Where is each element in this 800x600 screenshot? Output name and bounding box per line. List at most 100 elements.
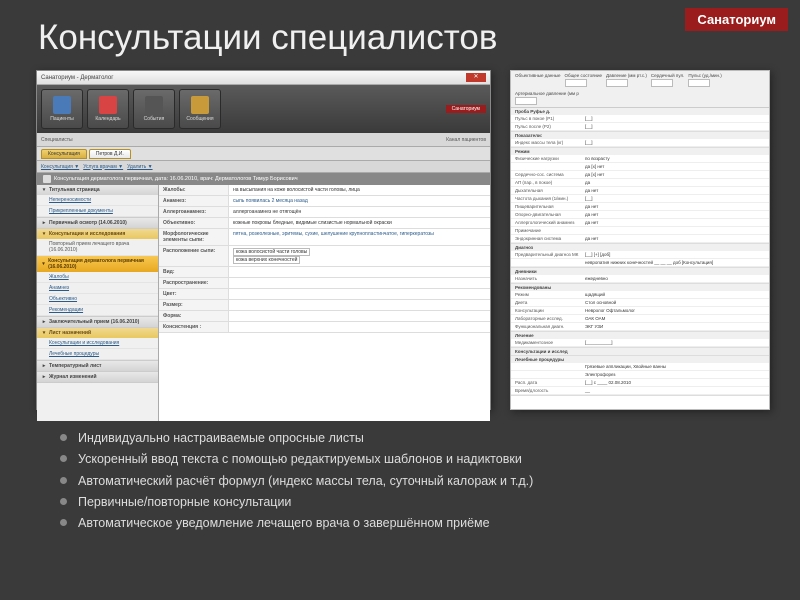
form-row[interactable]: Индекс массы тела (кг)[__] <box>511 139 769 147</box>
sidebar-item[interactable]: Рекомендации <box>37 305 158 316</box>
row-value[interactable]: да нет <box>585 188 765 193</box>
close-icon[interactable]: ✕ <box>466 73 486 82</box>
row-value[interactable]: Электрофорез <box>585 372 765 377</box>
row-value[interactable]: да нет <box>585 212 765 217</box>
field-value[interactable]: на высыпания на коже волосистой части го… <box>229 185 490 195</box>
vitals-input[interactable] <box>606 79 628 87</box>
row-value[interactable]: ЭКГ УЗИ <box>585 324 765 329</box>
form-row[interactable]: Время/длогость__ <box>511 387 769 395</box>
toolbar-events-button[interactable]: События <box>133 89 175 129</box>
field-value[interactable]: кожа волосистой части головыкожа верхних… <box>229 246 490 266</box>
vitals-input[interactable] <box>651 79 673 87</box>
row-value[interactable]: да нет <box>585 236 765 241</box>
row-label: Аллергологический анамнез <box>515 220 585 225</box>
field-value[interactable]: сыпь появилась 2 месяца назад <box>229 196 490 206</box>
sidebar-item[interactable]: Непереносимости <box>37 195 158 206</box>
field-value[interactable] <box>229 311 490 321</box>
form-row[interactable]: АП (пар., в покое)да <box>511 179 769 187</box>
form-row[interactable]: Расп. дата[__] с ____ 02.08.2010 <box>511 379 769 387</box>
row-value[interactable]: да [x] нет <box>585 172 765 177</box>
row-value[interactable]: [__] <box>585 116 765 121</box>
sidebar-title-page[interactable]: ▾Титульная страница <box>37 185 158 195</box>
row-value[interactable]: Грязевые аппликации, Хвойные ванны <box>585 364 765 369</box>
field-value[interactable] <box>229 322 490 332</box>
form-row[interactable]: ДиетаСтол основной <box>511 299 769 307</box>
sidebar-primary-exam[interactable]: ▸Первичный осмотр (14.06.2010) <box>37 218 158 228</box>
field-value[interactable] <box>229 300 490 310</box>
row-value[interactable]: невропатия нижних конечностей __ __ __ д… <box>585 260 765 265</box>
row-value[interactable]: [__] [+] [доб] <box>585 252 765 257</box>
form-row[interactable]: Медикаментозное[__________] <box>511 339 769 347</box>
toolbar-messages-button[interactable]: Сообщения <box>179 89 221 129</box>
sidebar-appointments[interactable]: ▾Лист назначений <box>37 328 158 338</box>
form-row[interactable]: Грязевые аппликации, Хвойные ванны <box>511 363 769 371</box>
field-value[interactable] <box>229 289 490 299</box>
form-row[interactable]: Режимщадящий <box>511 291 769 299</box>
tab-patient[interactable]: Петров Д.И. <box>89 149 131 159</box>
form-row[interactable]: да [x] нет <box>511 163 769 171</box>
form-row[interactable]: Примечание <box>511 227 769 235</box>
form-row[interactable]: Эндокринная системада нет <box>511 235 769 243</box>
tab-consultation[interactable]: Консультация <box>41 149 87 159</box>
form-row[interactable]: Пульс после (P2)[__] <box>511 123 769 131</box>
vitals-input[interactable] <box>515 97 537 105</box>
form-row[interactable]: Частота дыхания (1/мин.)[__] <box>511 195 769 203</box>
form-row[interactable]: Лабораторные исслед.ОАК ОАМ <box>511 315 769 323</box>
sidebar-item[interactable]: Анамнез <box>37 283 158 294</box>
sidebar-item-selected[interactable]: ▾Консультация дерматолога первичная (16.… <box>37 256 158 272</box>
field-value[interactable]: аллергоанамнез не отягощён <box>229 207 490 217</box>
sidebar-item[interactable]: Жалобы <box>37 272 158 283</box>
vitals-input[interactable] <box>688 79 710 87</box>
toolbar-patients-button[interactable]: Пациенты <box>41 89 83 129</box>
subtab-consultation[interactable]: Консультация ▼ <box>41 164 79 170</box>
row-value[interactable]: ОАК ОАМ <box>585 316 765 321</box>
row-value[interactable]: по возрасту <box>585 156 765 161</box>
field-value[interactable] <box>229 278 490 288</box>
row-label: АП (пар., в покое) <box>515 180 585 185</box>
form-row[interactable]: Функциональная диагн.ЭКГ УЗИ <box>511 323 769 331</box>
row-value[interactable]: [__] <box>585 196 765 201</box>
form-row[interactable]: Дыхательнаяда нет <box>511 187 769 195</box>
row-value[interactable]: [__] с ____ 02.08.2010 <box>585 380 765 385</box>
sidebar-temp-sheet[interactable]: ▸Температурный лист <box>37 361 158 371</box>
form-row[interactable]: невропатия нижних конечностей __ __ __ д… <box>511 259 769 267</box>
row-value[interactable]: Стол основной <box>585 300 765 305</box>
vitals-input[interactable] <box>565 79 587 87</box>
form-row[interactable]: Пульс в покое (P1)[__] <box>511 115 769 123</box>
sidebar-item[interactable]: Лечебные процедуры <box>37 349 158 360</box>
form-row[interactable]: Физические нагрузкипо возрасту <box>511 155 769 163</box>
form-row[interactable]: Предварительный диагноз МК[__] [+] [доб] <box>511 251 769 259</box>
sidebar-consultations[interactable]: ▾Консультации и исследования <box>37 229 158 239</box>
sidebar-final-exam[interactable]: ▸Заключительный прием (16.06.2010) <box>37 317 158 327</box>
form-row[interactable]: Электрофорез <box>511 371 769 379</box>
form-row[interactable]: Опорно-двигательнаяда нет <box>511 211 769 219</box>
row-value[interactable]: ежедневно <box>585 276 765 281</box>
row-value[interactable] <box>585 228 765 233</box>
sidebar-item[interactable]: Объективно <box>37 294 158 305</box>
form-row[interactable]: Аллергологический анамнезда нет <box>511 219 769 227</box>
row-value[interactable]: [__] <box>585 140 765 145</box>
sidebar-item[interactable]: Консультации и исследования <box>37 338 158 349</box>
sidebar-item[interactable]: Прикрепленные документы <box>37 206 158 217</box>
field-value[interactable]: пятна, розеолезные, эритемы, сухие, шелу… <box>229 229 490 245</box>
row-value[interactable]: да нет <box>585 204 765 209</box>
subtab-delete[interactable]: Удалить ▼ <box>127 164 152 170</box>
form-row[interactable]: Назначитьежедневно <box>511 275 769 283</box>
row-value[interactable]: __ <box>585 388 765 393</box>
subtab-service[interactable]: Услуга врачам ▼ <box>83 164 123 170</box>
form-row[interactable]: Пищеварительнаяда нет <box>511 203 769 211</box>
row-value[interactable]: щадящий <box>585 292 765 297</box>
form-row[interactable]: Сердечно-сос. системада [x] нет <box>511 171 769 179</box>
row-value[interactable]: да <box>585 180 765 185</box>
sidebar-item[interactable]: Повторный прием лечащего врача (16.06.20… <box>37 239 158 256</box>
row-value[interactable]: да [x] нет <box>585 164 765 169</box>
row-value[interactable]: Невролог Офтальмолог <box>585 308 765 313</box>
sidebar-change-log[interactable]: ▸Журнал изменений <box>37 372 158 382</box>
field-value[interactable] <box>229 267 490 277</box>
form-row[interactable]: КонсультацииНевролог Офтальмолог <box>511 307 769 315</box>
toolbar-calendar-button[interactable]: Календарь <box>87 89 129 129</box>
row-value[interactable]: [__________] <box>585 340 765 345</box>
row-value[interactable]: [__] <box>585 124 765 129</box>
field-value[interactable]: кожные покровы бледные, видимые слизисты… <box>229 218 490 228</box>
row-value[interactable]: да нет <box>585 220 765 225</box>
